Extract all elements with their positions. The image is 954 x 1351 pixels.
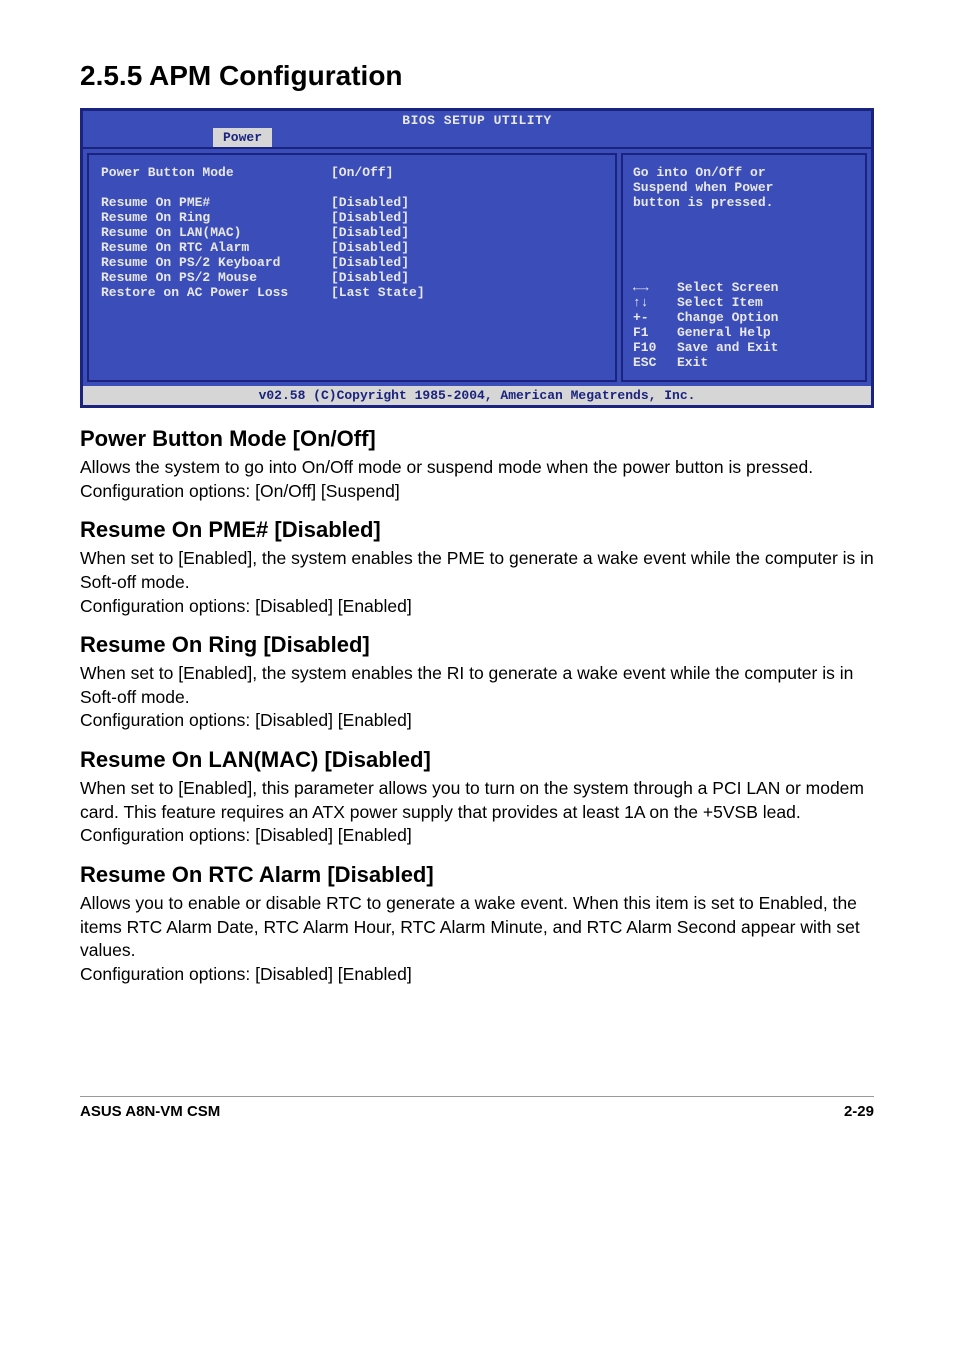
f10-key: F10	[633, 340, 677, 355]
body-paragraph: When set to [Enabled], the system enable…	[80, 662, 874, 733]
bios-key-label: Select Screen	[677, 280, 778, 295]
bios-value: [Last State]	[331, 285, 425, 300]
bios-label: Resume On Ring	[101, 210, 331, 225]
body-paragraph: When set to [Enabled], the system enable…	[80, 547, 874, 618]
bios-key-row: F10Save and Exit	[633, 340, 855, 355]
subsection-heading: Resume On Ring [Disabled]	[80, 632, 874, 658]
bios-help-line: Go into On/Off or	[633, 165, 855, 180]
bios-spacer	[101, 180, 603, 195]
bios-key-label: General Help	[677, 325, 771, 340]
subsection-heading: Power Button Mode [On/Off]	[80, 426, 874, 452]
arrow-lr-icon: ←→	[633, 280, 677, 295]
bios-value: [Disabled]	[331, 210, 409, 225]
bios-key-label: Select Item	[677, 295, 763, 310]
footer-page-number: 2-29	[844, 1103, 874, 1120]
footer-product: ASUS A8N-VM CSM	[80, 1103, 220, 1120]
bios-key-label: Exit	[677, 355, 708, 370]
bios-tabs: Power	[83, 128, 871, 147]
bios-label: Power Button Mode	[101, 165, 331, 180]
subsection-heading: Resume On LAN(MAC) [Disabled]	[80, 747, 874, 773]
bios-setting-row: Resume On PME#[Disabled]	[101, 195, 603, 210]
bios-setting-row: Resume On LAN(MAC)[Disabled]	[101, 225, 603, 240]
bios-value: [Disabled]	[331, 195, 409, 210]
bios-setting-row: Resume On PS/2 Mouse[Disabled]	[101, 270, 603, 285]
bios-help-panel: Go into On/Off or Suspend when Power but…	[621, 153, 867, 382]
bios-title: BIOS SETUP UTILITY	[83, 111, 871, 128]
bios-setting-row: Restore on AC Power Loss[Last State]	[101, 285, 603, 300]
esc-key: ESC	[633, 355, 677, 370]
body-paragraph: Allows you to enable or disable RTC to g…	[80, 892, 874, 987]
f1-key: F1	[633, 325, 677, 340]
bios-key-row: ←→Select Screen	[633, 280, 855, 295]
body-paragraph: When set to [Enabled], this parameter al…	[80, 777, 874, 848]
bios-key-row: F1General Help	[633, 325, 855, 340]
bios-label: Resume On PME#	[101, 195, 331, 210]
bios-key-label: Save and Exit	[677, 340, 778, 355]
bios-screenshot: BIOS SETUP UTILITY Power Power Button Mo…	[80, 108, 874, 408]
bios-help-line: Suspend when Power	[633, 180, 855, 195]
bios-setting-row: Resume On RTC Alarm[Disabled]	[101, 240, 603, 255]
bios-tab-power: Power	[213, 128, 272, 147]
page-footer: ASUS A8N-VM CSM 2-29	[80, 1096, 874, 1120]
bios-value: [On/Off]	[331, 165, 393, 180]
bios-key-label: Change Option	[677, 310, 778, 325]
bios-label: Restore on AC Power Loss	[101, 285, 331, 300]
subsection-heading: Resume On PME# [Disabled]	[80, 517, 874, 543]
bios-body: Power Button Mode[On/Off] Resume On PME#…	[83, 147, 871, 386]
bios-label: Resume On RTC Alarm	[101, 240, 331, 255]
bios-value: [Disabled]	[331, 225, 409, 240]
bios-settings-panel: Power Button Mode[On/Off] Resume On PME#…	[87, 153, 617, 382]
arrow-ud-icon: ↑↓	[633, 295, 677, 310]
bios-setting-row: Resume On Ring[Disabled]	[101, 210, 603, 225]
bios-help-line: button is pressed.	[633, 195, 855, 210]
bios-key-row: ESCExit	[633, 355, 855, 370]
section-number-heading: 2.5.5 APM Configuration	[80, 60, 874, 92]
bios-label: Resume On PS/2 Mouse	[101, 270, 331, 285]
bios-value: [Disabled]	[331, 240, 409, 255]
bios-setting-row: Resume On PS/2 Keyboard[Disabled]	[101, 255, 603, 270]
bios-help-text: Go into On/Off or Suspend when Power but…	[633, 165, 855, 210]
bios-label: Resume On LAN(MAC)	[101, 225, 331, 240]
bios-copyright: v02.58 (C)Copyright 1985-2004, American …	[83, 386, 871, 405]
bios-value: [Disabled]	[331, 255, 409, 270]
bios-key-legend: ←→Select Screen ↑↓Select Item +-Change O…	[633, 280, 855, 370]
bios-key-row: ↑↓Select Item	[633, 295, 855, 310]
bios-value: [Disabled]	[331, 270, 409, 285]
body-paragraph: Allows the system to go into On/Off mode…	[80, 456, 874, 503]
bios-setting-row: Power Button Mode[On/Off]	[101, 165, 603, 180]
plus-minus-icon: +-	[633, 310, 677, 325]
subsection-heading: Resume On RTC Alarm [Disabled]	[80, 862, 874, 888]
bios-key-row: +-Change Option	[633, 310, 855, 325]
bios-label: Resume On PS/2 Keyboard	[101, 255, 331, 270]
